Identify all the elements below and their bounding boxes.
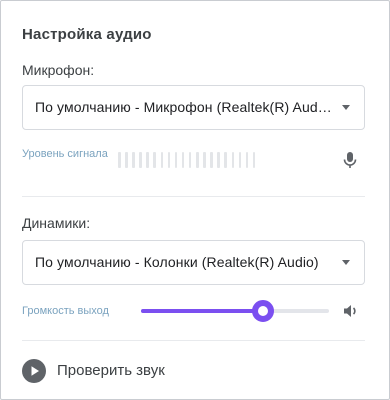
volume-slider-thumb[interactable] [252, 300, 275, 322]
signal-level-segment [252, 152, 256, 168]
signal-level-segment [181, 152, 185, 168]
microphone-select-value: По умолчанию - Микрофон (Realtek(R) Audi… [35, 99, 333, 115]
signal-level-segment [118, 152, 121, 168]
test-sound-button[interactable]: Проверить звук [57, 362, 165, 379]
microphone-label: Микрофон: [22, 62, 95, 78]
signal-level-segment [224, 152, 227, 168]
divider [22, 196, 365, 197]
microphone-icon[interactable] [343, 151, 357, 169]
signal-level-segment [125, 152, 128, 168]
signal-level-segment [174, 152, 178, 168]
speakers-select[interactable]: По умолчанию - Колонки (Realtek(R) Audio… [22, 240, 365, 285]
signal-level-segment [146, 152, 149, 168]
signal-level-segment [167, 152, 171, 168]
speakers-label: Динамики: [22, 215, 91, 231]
signal-level-segment [210, 152, 213, 168]
microphone-select[interactable]: По умолчанию - Микрофон (Realtek(R) Audi… [22, 85, 365, 130]
signal-level-label: Уровень сигнала [22, 148, 108, 160]
signal-level-segment [231, 152, 234, 168]
chevron-down-icon [342, 260, 350, 265]
chevron-down-icon [342, 105, 350, 110]
panel-title: Настройка аудио [22, 26, 152, 43]
signal-level-segment [196, 152, 199, 168]
audio-settings-panel: Настройка аудио Микрофон: По умолчанию -… [0, 0, 390, 400]
volume-slider[interactable] [141, 300, 329, 322]
signal-level-meter [118, 152, 256, 168]
signal-level-segment [203, 152, 206, 168]
speaker-icon[interactable] [343, 303, 359, 319]
divider [22, 340, 365, 341]
signal-level-segment [160, 152, 164, 168]
signal-level-segment [238, 152, 242, 168]
signal-level-segment [217, 152, 220, 168]
volume-slider-fill [141, 309, 264, 313]
signal-level-segment [188, 152, 192, 168]
volume-label: Громкость выход [22, 305, 109, 317]
speakers-select-value: По умолчанию - Колонки (Realtek(R) Audio… [35, 254, 319, 270]
play-icon[interactable] [22, 359, 46, 383]
signal-level-segment [139, 152, 142, 168]
signal-level-segment [245, 152, 249, 168]
signal-level-segment [153, 152, 156, 168]
signal-level-segment [132, 152, 135, 168]
